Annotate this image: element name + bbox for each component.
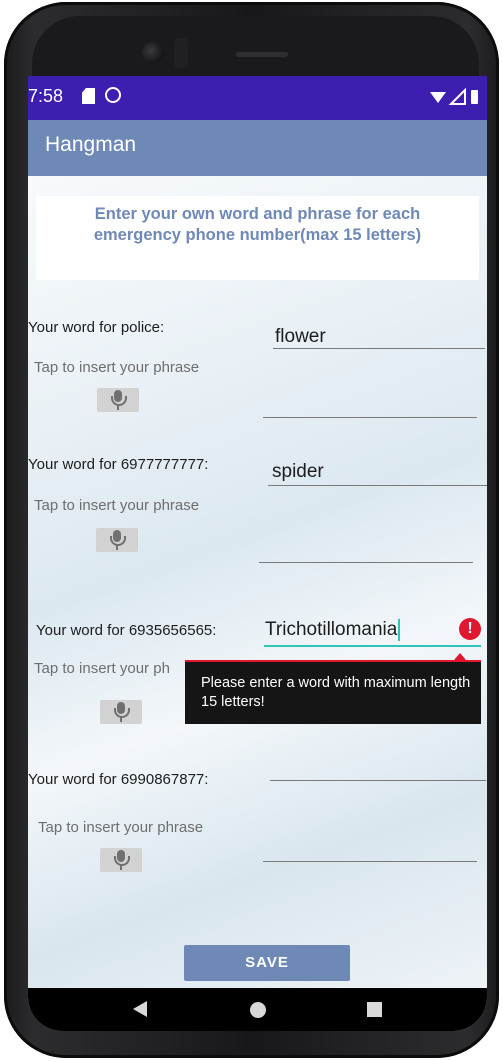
word-input-6990867877-underline	[270, 780, 486, 781]
phrase-hint-6990867877: Tap to insert your phrase	[38, 819, 204, 836]
home-icon[interactable]	[250, 1002, 266, 1018]
app-bar: Hangman	[28, 120, 487, 176]
sensor	[174, 38, 188, 68]
system-nav-bar	[28, 988, 487, 1031]
signal-icon	[448, 88, 466, 105]
phrase-input-6990867877-underline	[263, 861, 477, 862]
word-label-6990867877: Your word for 6990867877:	[28, 771, 209, 788]
phrase-hint-6935656565: Tap to insert your ph	[34, 660, 170, 677]
word-input-6935656565-underline	[264, 645, 481, 647]
phrase-hint-6977777777: Tap to insert your phrase	[34, 497, 200, 514]
app-title: Hangman	[45, 133, 137, 156]
intro-text: Enter your own word and phrase for each …	[93, 205, 422, 244]
word-input-police[interactable]: flower	[275, 326, 326, 348]
word-label-6935656565: Your word for 6935656565:	[36, 622, 217, 639]
device-screen: 7:58 Hangman Enter your own word and phr…	[28, 76, 487, 1031]
phrase-hint-police: Tap to insert your phrase	[34, 359, 200, 376]
intro-card: Enter your own word and phrase for each …	[36, 196, 479, 280]
mic-button-police[interactable]	[97, 388, 139, 412]
mic-button-6935656565[interactable]	[100, 700, 142, 724]
text-cursor	[398, 619, 401, 641]
front-camera	[142, 42, 164, 64]
status-time: 7:58	[28, 86, 64, 106]
back-icon[interactable]	[133, 1001, 147, 1017]
word-input-6977777777[interactable]: spider	[272, 461, 324, 483]
word-input-police-underline	[273, 348, 485, 349]
status-bar: 7:58	[28, 76, 487, 120]
sync-icon	[105, 87, 121, 103]
battery-icon	[471, 90, 478, 104]
earpiece-speaker	[236, 52, 288, 57]
phrase-input-police-underline	[263, 417, 477, 418]
word-label-6977777777: Your word for 6977777777:	[28, 456, 209, 473]
error-message: Please enter a word with maximum length …	[201, 675, 471, 710]
word-input-6935656565-value: Trichotillomania	[265, 619, 398, 641]
save-button[interactable]: SAVE	[184, 945, 350, 981]
wifi-icon	[430, 92, 446, 103]
word-input-6977777777-underline	[268, 485, 487, 486]
form-content[interactable]: Enter your own word and phrase for each …	[28, 176, 487, 988]
mic-button-6990867877[interactable]	[100, 848, 142, 872]
word-label-police: Your word for police:	[28, 319, 165, 336]
error-tooltip: Please enter a word with maximum length …	[185, 660, 481, 724]
mic-button-6977777777[interactable]	[96, 528, 138, 552]
sim-card-icon	[82, 88, 95, 104]
status-indicators	[430, 88, 478, 105]
word-input-6935656565[interactable]: Trichotillomania	[265, 619, 401, 641]
tooltip-arrow	[454, 653, 466, 660]
recents-icon[interactable]	[367, 1002, 382, 1017]
error-icon[interactable]: !	[459, 618, 481, 640]
phrase-input-6977777777-underline	[259, 562, 473, 563]
